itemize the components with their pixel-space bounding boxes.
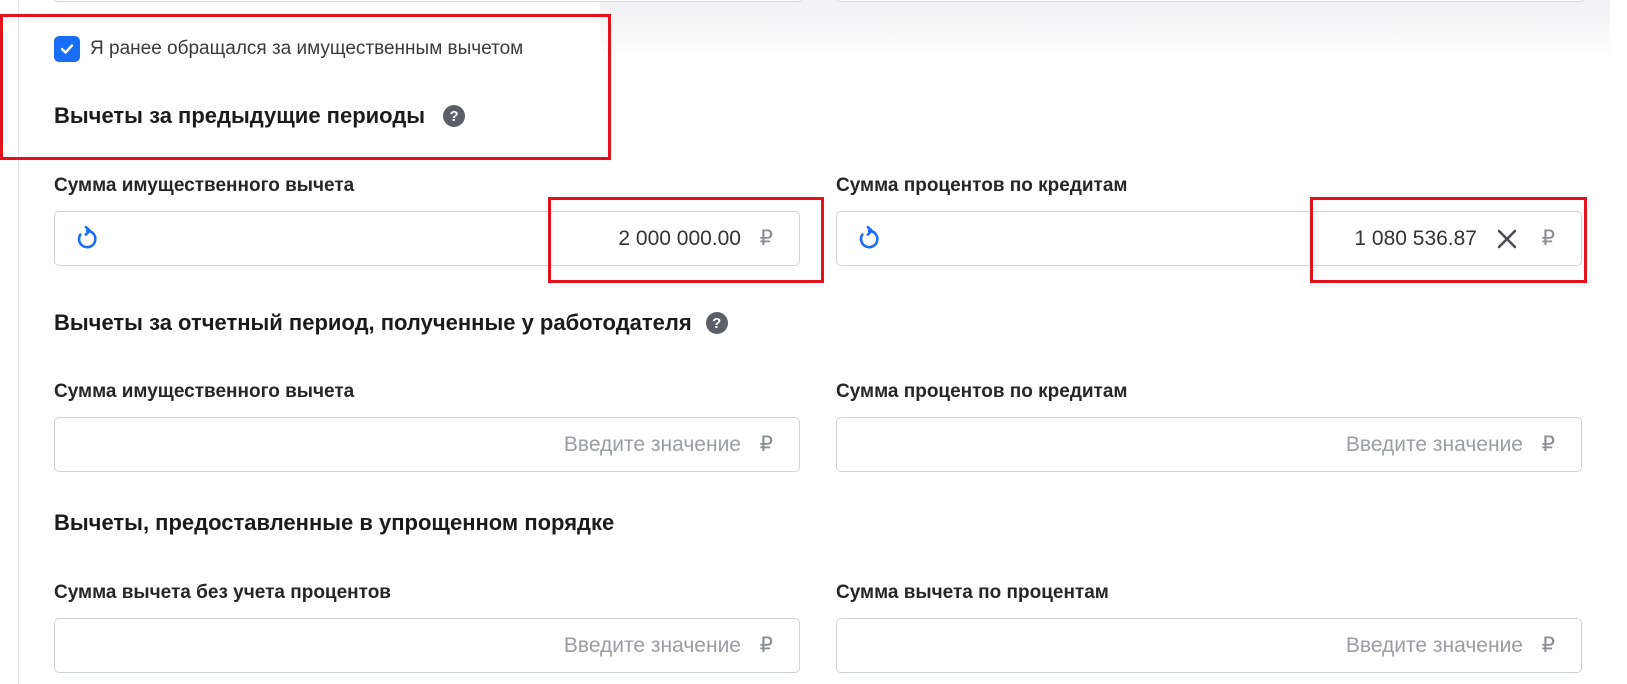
section-employer-title: Вычеты за отчетный период, полученные у … — [54, 310, 728, 336]
ruble-icon: ₽ — [1541, 433, 1555, 456]
top-shadow — [600, 0, 1610, 60]
simplified-interest-label: Сумма вычета по процентам — [836, 582, 1109, 603]
previous-interest-label: Сумма процентов по кредитам — [836, 175, 1128, 196]
employer-interest-input[interactable]: Введите значение ₽ — [836, 417, 1582, 472]
highlight-frame-interest-value — [1310, 197, 1587, 283]
previous-field-right-edge — [836, 0, 1584, 2]
ruble-icon: ₽ — [759, 433, 773, 456]
simplified-interest-input[interactable]: Введите значение ₽ — [836, 618, 1582, 673]
employer-interest-placeholder: Введите значение — [1345, 432, 1523, 456]
simplified-no-interest-input[interactable]: Введите значение ₽ — [54, 618, 800, 673]
previous-property-label: Сумма имущественного вычета — [54, 175, 355, 196]
help-icon[interactable]: ? — [705, 312, 728, 334]
simplified-no-interest-placeholder: Введите значение — [563, 633, 741, 657]
employer-property-input[interactable]: Введите значение ₽ — [54, 417, 800, 472]
simplified-interest-placeholder: Введите значение — [1345, 633, 1523, 657]
previous-field-left-edge — [54, 0, 802, 2]
ruble-icon: ₽ — [759, 634, 773, 657]
employer-property-label: Сумма имущественного вычета — [54, 381, 355, 402]
employer-interest-label: Сумма процентов по кредитам — [836, 381, 1128, 402]
reset-icon[interactable] — [73, 225, 101, 258]
ruble-icon: ₽ — [1541, 634, 1555, 657]
section-simplified-title: Вычеты, предоставленные в упрощенном пор… — [54, 510, 615, 535]
employer-property-placeholder: Введите значение — [563, 432, 741, 456]
simplified-no-interest-label: Сумма вычета без учета процентов — [54, 582, 391, 603]
highlight-frame-previous — [0, 14, 611, 160]
reset-icon[interactable] — [855, 225, 883, 258]
highlight-frame-property-value — [548, 197, 824, 283]
